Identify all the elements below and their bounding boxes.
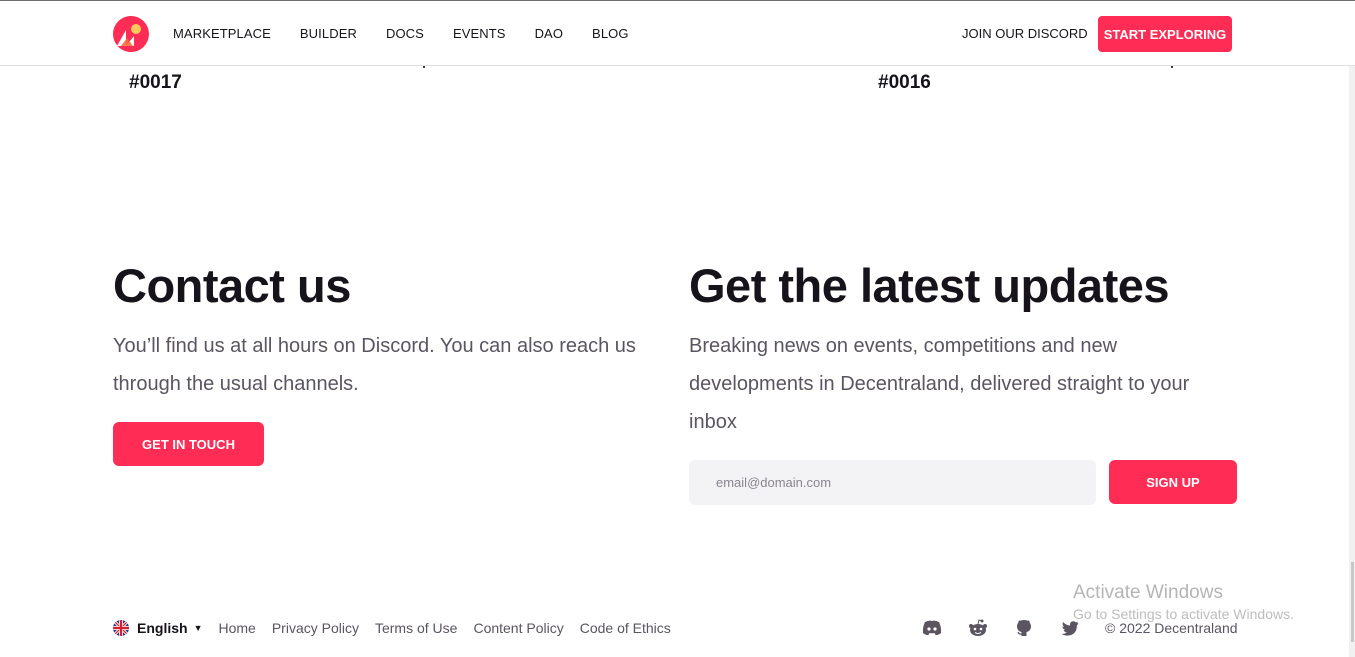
contact-description: You’ll find us at all hours on Discord. … [113,335,636,395]
chevron-down-icon[interactable]: ▼ [194,623,203,633]
footer-link-content-policy[interactable]: Content Policy [473,620,563,636]
nav-docs[interactable]: DOCS [386,26,424,41]
updates-title: Get the latest updates [689,259,1170,312]
footer-link-terms[interactable]: Terms of Use [375,620,457,636]
windows-activation-title: Activate Windows [1073,582,1223,603]
nav-dao[interactable]: DAO [535,26,563,41]
copyright-text: © 2022 Decentraland [1105,620,1238,636]
discord-icon[interactable] [921,617,943,639]
card-id-right: #0016 [878,72,931,93]
footer-link-privacy[interactable]: Privacy Policy [272,620,359,636]
nav-blog[interactable]: BLOG [592,26,629,41]
github-icon[interactable] [1013,617,1035,639]
language-selector[interactable]: English [137,620,188,636]
nav-events[interactable]: EVENTS [453,26,506,41]
join-discord-link[interactable]: JOIN OUR DISCORD [962,26,1088,41]
scrollbar-thumb[interactable] [1351,562,1354,642]
main-nav: MARKETPLACE BUILDER DOCS EVENTS DAO BLOG [173,26,658,41]
nav-marketplace[interactable]: MARKETPLACE [173,26,271,41]
windows-activation-subtitle: Go to Settings to activate Windows. [1073,606,1294,622]
sign-up-button[interactable]: SIGN UP [1109,460,1237,504]
footer-links: English ▼ Home Privacy Policy Terms of U… [113,620,687,636]
start-exploring-button[interactable]: START EXPLORING [1098,16,1232,52]
email-input[interactable] [689,460,1096,505]
footer-link-code-of-ethics[interactable]: Code of Ethics [580,620,671,636]
get-in-touch-button[interactable]: GET IN TOUCH [113,422,264,466]
reddit-icon[interactable] [967,617,989,639]
card-id-left: #0017 [129,72,182,93]
footer-link-home[interactable]: Home [218,620,255,636]
top-nav-bar: MARKETPLACE BUILDER DOCS EVENTS DAO BLOG… [0,0,1355,66]
decentraland-logo-icon[interactable] [113,16,149,52]
contact-title: Contact us [113,259,351,312]
updates-description: Breaking news on events, competitions an… [689,335,1190,433]
uk-flag-icon [113,620,129,636]
nav-builder[interactable]: BUILDER [300,26,357,41]
